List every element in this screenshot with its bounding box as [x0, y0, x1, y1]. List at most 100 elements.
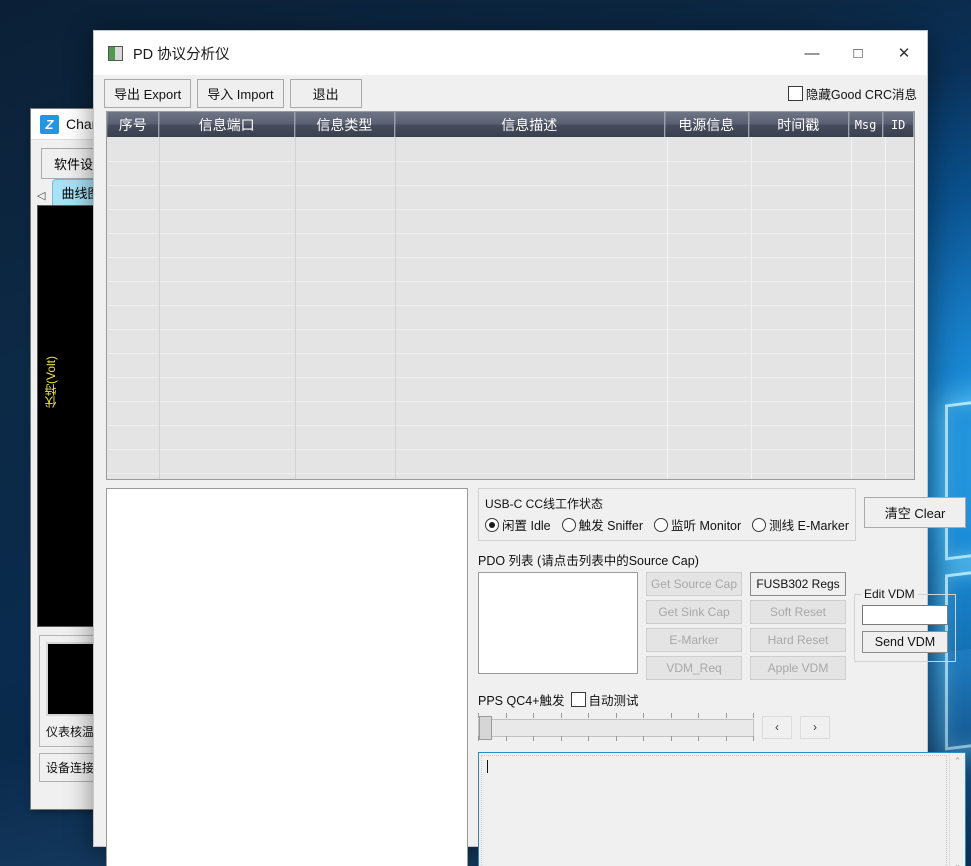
table-header-row: 序号信息端口信息类型信息描述电源信息时间戳MsgID — [107, 112, 914, 137]
cc-mode-option-3[interactable]: 测线 E-Marker — [752, 515, 849, 534]
pd-button-get-source-cap: Get Source Cap — [646, 572, 742, 596]
slider-tick — [616, 736, 617, 741]
cc-mode-option-2[interactable]: 监听 Monitor — [654, 515, 741, 534]
slider-tick — [726, 736, 727, 741]
slider-tick — [698, 736, 699, 741]
table-row-divider — [107, 233, 914, 234]
table-row-divider — [107, 353, 914, 354]
slider-tick — [561, 713, 562, 718]
pd-button-soft-reset: Soft Reset — [750, 600, 846, 624]
auto-test-checkbox[interactable]: 自动测试 — [571, 690, 639, 709]
pps-slider-row: ‹ › — [478, 711, 966, 743]
checkbox-icon[interactable] — [571, 692, 586, 707]
table-row-divider — [107, 281, 914, 282]
table-row-divider — [107, 377, 914, 378]
import-button[interactable]: 导入 Import — [197, 79, 283, 108]
slider-tick — [698, 713, 699, 718]
table-header-信息描述[interactable]: 信息描述 — [395, 112, 665, 137]
slider-tick — [588, 713, 589, 718]
vdm-input[interactable] — [862, 605, 948, 625]
slider-tick — [643, 713, 644, 718]
pd-button-fusb302-regs[interactable]: FUSB302 Regs — [750, 572, 846, 596]
table-column-divider — [851, 137, 852, 479]
table-row-divider — [107, 329, 914, 330]
slider-tick — [753, 713, 754, 718]
slider-tick — [616, 713, 617, 718]
slider-track[interactable] — [478, 719, 754, 737]
hide-good-crc-label: 隐藏Good CRC消息 — [806, 84, 917, 103]
pd-button-apple-vdm: Apple VDM — [750, 656, 846, 680]
slider-next-button[interactable]: › — [800, 716, 830, 739]
slider-tick — [643, 736, 644, 741]
radio-icon[interactable] — [752, 518, 766, 532]
window-titlebar[interactable]: PD 协议分析仪 — □ ✕ — [94, 31, 927, 75]
scroll-up-icon[interactable]: ⌃ — [954, 756, 962, 767]
cc-mode-radio-group[interactable]: 闲置 Idle 触发 Sniffer 监听 Monitor 测线 E-Marker — [485, 515, 849, 534]
slider-tick — [726, 713, 727, 718]
slider-tick — [533, 736, 534, 741]
radio-icon[interactable] — [654, 518, 668, 532]
slider-tick — [478, 736, 479, 741]
scroll-down-icon[interactable]: ⌄ — [954, 859, 962, 866]
slider-tick — [506, 713, 507, 718]
table-header-序号[interactable]: 序号 — [107, 112, 159, 137]
table-row-divider — [107, 161, 914, 162]
console-output[interactable]: ⌃ ⌄ — [478, 752, 966, 866]
table-header-Msg[interactable]: Msg — [849, 112, 884, 137]
table-row-divider — [107, 257, 914, 258]
table-header-信息类型[interactable]: 信息类型 — [295, 112, 395, 137]
pd-analyzer-window[interactable]: PD 协议分析仪 — □ ✕ 导出 Export 导入 Import 退出 隐藏… — [93, 30, 928, 847]
cc-mode-label: 测线 E-Marker — [769, 515, 849, 534]
send-vdm-button[interactable]: Send VDM — [862, 631, 948, 653]
pd-command-buttons: Get Source Cap FUSB302 Regs Get Sink Cap So… — [646, 572, 846, 680]
slider-tick — [753, 736, 754, 741]
slider-tick — [671, 736, 672, 741]
table-column-divider — [667, 137, 668, 479]
cc-mode-label: 监听 Monitor — [671, 515, 741, 534]
table-header-信息端口[interactable]: 信息端口 — [159, 112, 294, 137]
chart-y-axis-title: 伏特(Volt) — [42, 356, 59, 408]
slider-ticks-bottom — [478, 736, 754, 741]
maximize-button[interactable]: □ — [835, 31, 881, 75]
edit-vdm-legend: Edit VDM — [861, 587, 918, 601]
export-button[interactable]: 导出 Export — [104, 79, 191, 108]
pdo-list[interactable] — [478, 572, 638, 674]
table-body[interactable] — [107, 137, 914, 479]
console-scrollbar[interactable]: ⌃ ⌄ — [949, 753, 965, 866]
pps-row: PPS QC4+触发 自动测试 — [478, 690, 966, 709]
table-row-divider — [107, 449, 914, 450]
exit-button[interactable]: 退出 — [290, 79, 362, 108]
tab-scroll-left-icon[interactable]: ◁ — [37, 189, 49, 205]
table-column-divider — [751, 137, 752, 479]
clear-button[interactable]: 清空 Clear — [864, 497, 966, 528]
cc-mode-option-1[interactable]: 触发 Sniffer — [562, 515, 643, 534]
pps-slider[interactable] — [478, 711, 754, 743]
minimize-button[interactable]: — — [789, 31, 835, 75]
slider-tick — [506, 736, 507, 741]
cc-mode-option-0[interactable]: 闲置 Idle — [485, 515, 551, 534]
pd-button-hard-reset: Hard Reset — [750, 628, 846, 652]
table-column-divider — [885, 137, 886, 479]
main-toolbar: 导出 Export 导入 Import 退出 隐藏Good CRC消息 — [94, 75, 927, 111]
message-table[interactable]: 序号信息端口信息类型信息描述电源信息时间戳MsgID — [106, 111, 915, 480]
radio-icon[interactable] — [562, 518, 576, 532]
table-column-divider — [159, 137, 160, 479]
pdo-list-label: PDO 列表 (请点击列表中的Source Cap) — [478, 550, 966, 569]
radio-icon[interactable] — [485, 518, 499, 532]
control-panel: USB-C CC线工作状态 闲置 Idle 触发 Sniffer 监听 Monito… — [478, 488, 966, 866]
slider-ticks-top — [478, 713, 754, 718]
slider-tick — [588, 736, 589, 741]
console-textarea[interactable] — [481, 755, 947, 866]
message-detail-panel[interactable] — [106, 488, 468, 866]
checkbox-icon[interactable] — [788, 86, 803, 101]
table-column-divider — [395, 137, 396, 479]
table-header-时间戳[interactable]: 时间戳 — [749, 112, 849, 137]
cc-status-legend: USB-C CC线工作状态 — [485, 495, 849, 512]
close-button[interactable]: ✕ — [881, 31, 927, 75]
slider-prev-button[interactable]: ‹ — [762, 716, 792, 739]
table-header-电源信息[interactable]: 电源信息 — [665, 112, 749, 137]
table-header-ID[interactable]: ID — [883, 112, 914, 137]
pd-button-get-sink-cap: Get Sink Cap — [646, 600, 742, 624]
table-row-divider — [107, 185, 914, 186]
hide-good-crc-checkbox[interactable]: 隐藏Good CRC消息 — [788, 84, 917, 103]
